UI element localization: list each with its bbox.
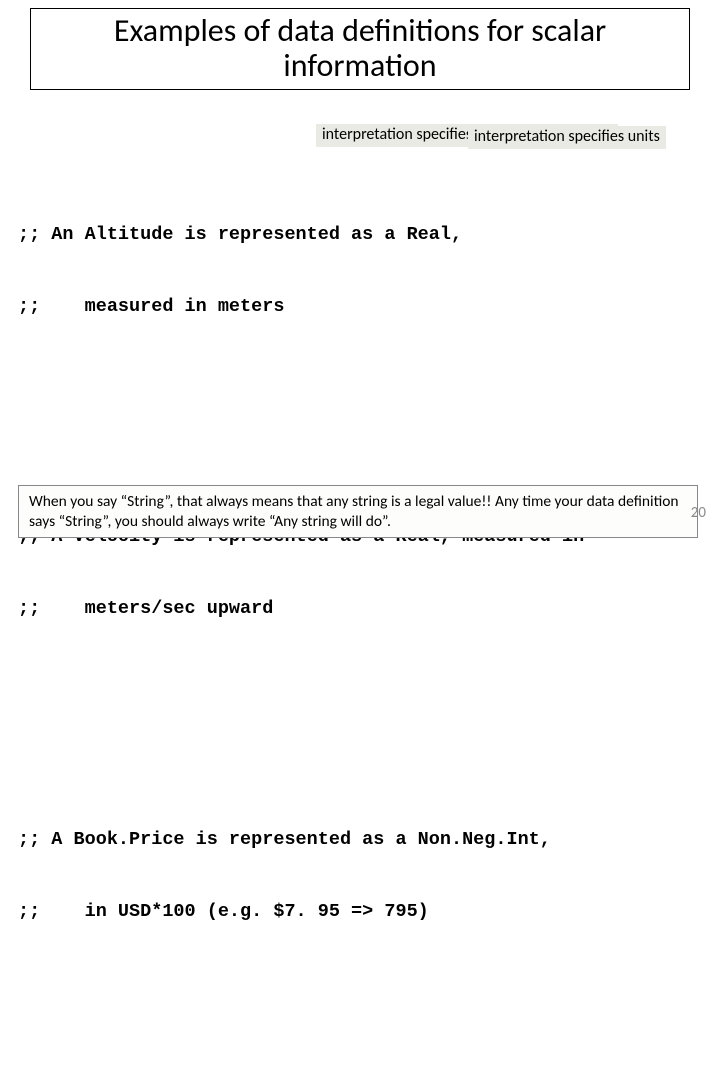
definition-altitude: ;; An Altitude is represented as a Real,… — [18, 175, 702, 391]
code-line: ;; An Altitude is represented as a Real, — [18, 223, 702, 247]
code-line: ;; A Book.Price is represented as a Non.… — [18, 828, 702, 852]
definition-bookprice: ;; A Book.Price is represented as a Non.… — [18, 780, 702, 996]
code-line: ;; measured in meters — [18, 295, 702, 319]
slide-title: Examples of data definitions for scalar … — [30, 8, 690, 90]
slide-number: 20 — [691, 504, 706, 522]
annotation-units-2: interpretation specifies units — [468, 126, 666, 149]
code-line: ;; meters/sec upward — [18, 597, 702, 621]
footer-note: When you say “String”, that always means… — [18, 485, 698, 538]
code-line: ;; in USD*100 (e.g. $7. 95 => 795) — [18, 900, 702, 924]
code-area: ;; An Altitude is represented as a Real,… — [18, 102, 702, 1080]
